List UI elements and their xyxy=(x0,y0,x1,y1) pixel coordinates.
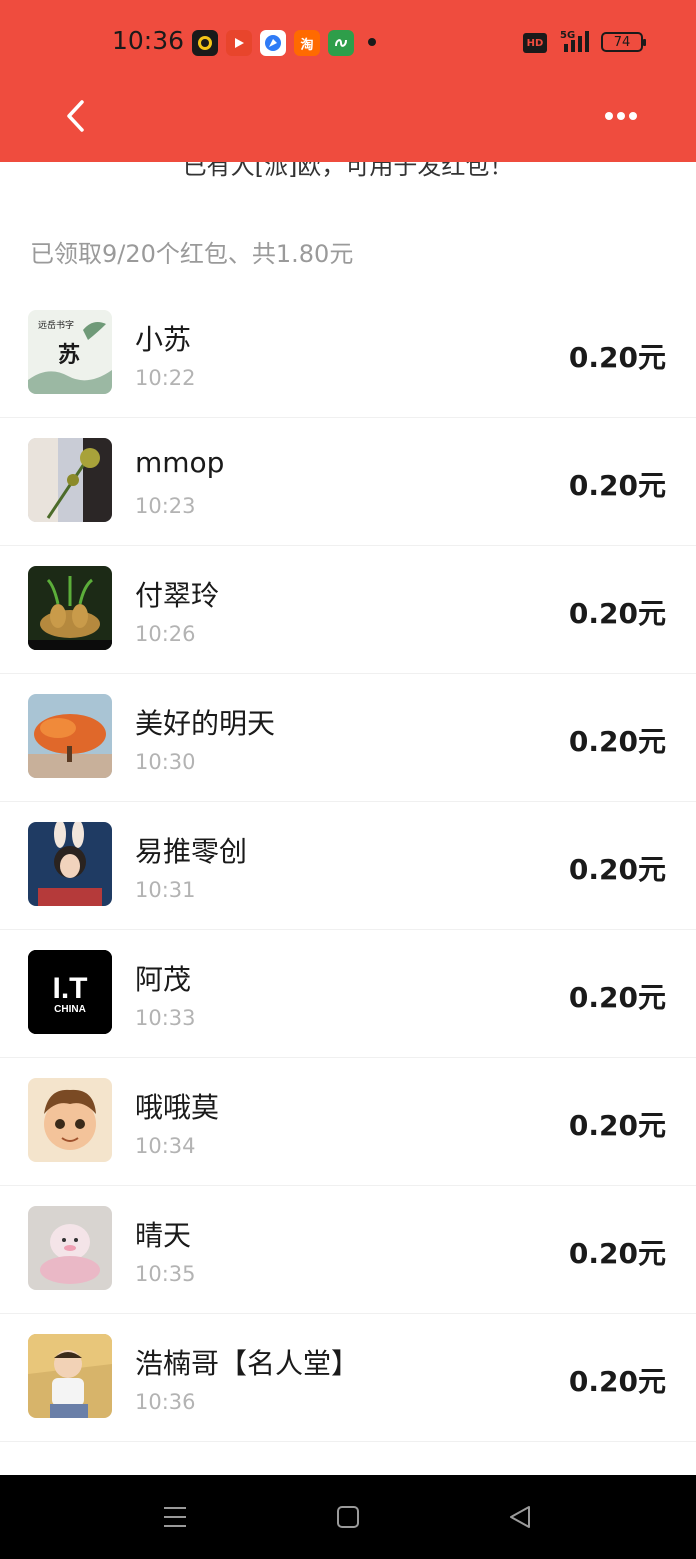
claim-amount: 0.20元 xyxy=(568,725,666,758)
home-button[interactable] xyxy=(328,1497,368,1537)
claim-amount: 0.20元 xyxy=(568,981,666,1014)
avatar xyxy=(28,566,112,650)
claim-amount: 0.20元 xyxy=(568,1109,666,1142)
system-nav-bar xyxy=(0,1475,696,1559)
avatar xyxy=(28,438,112,522)
video-app-icon xyxy=(226,30,252,56)
battery-icon: 74 xyxy=(601,32,646,52)
avatar-logo-text: I.T xyxy=(53,972,88,1005)
more-dots-icon xyxy=(605,112,637,120)
avatar xyxy=(28,694,112,778)
taobao-icon: 淘 xyxy=(294,30,320,56)
claimer-name: 阿茂 xyxy=(135,963,192,996)
back-button[interactable] xyxy=(56,96,96,136)
list-item[interactable]: 美好的明天 10:30 0.20元 xyxy=(0,674,696,802)
claimer-name: 哦哦莫 xyxy=(135,1091,220,1124)
list-item[interactable]: 易推零创 10:31 0.20元 xyxy=(0,802,696,930)
claim-summary: 已领取9/20个红包、共1.80元 xyxy=(30,240,354,268)
claim-time: 10:23 xyxy=(135,494,196,518)
header: 10:36 淘 HD 5G 74 xyxy=(0,0,696,162)
page: 10:36 淘 HD 5G 74 已有人[派]欧，可用于发红包！ 已领取9/20… xyxy=(0,0,696,1559)
recent-apps-button[interactable] xyxy=(155,1497,195,1537)
avatar: I.T CHINA xyxy=(28,950,112,1034)
list-item[interactable]: 晴天 10:35 0.20元 xyxy=(0,1186,696,1314)
claim-time: 10:31 xyxy=(135,878,196,902)
list-item[interactable]: 浩楠哥【名人堂】 10:36 0.20元 xyxy=(0,1314,696,1442)
avatar xyxy=(28,822,112,906)
hd-badge: HD xyxy=(523,33,547,53)
chevron-left-icon xyxy=(67,100,84,132)
claimer-name: 付翠玲 xyxy=(135,579,220,612)
claim-amount: 0.20元 xyxy=(568,597,666,630)
claim-list: 远岳书字 苏 小苏 10:22 0.20元 mmop 10:23 0.20元 付… xyxy=(0,290,696,1442)
svg-text:5G: 5G xyxy=(560,30,575,41)
avatar xyxy=(28,1206,112,1290)
claimer-name: 晴天 xyxy=(135,1219,192,1252)
sms-app-icon xyxy=(328,30,354,56)
svg-text:远岳书字: 远岳书字 xyxy=(38,319,74,331)
more-button[interactable] xyxy=(598,96,644,136)
claim-amount: 0.20元 xyxy=(568,1237,666,1270)
list-item[interactable]: 付翠玲 10:26 0.20元 xyxy=(0,546,696,674)
claim-amount: 0.20元 xyxy=(568,853,666,886)
status-bar: 10:36 淘 HD 5G 74 xyxy=(0,0,696,86)
home-square-icon xyxy=(337,1506,359,1528)
browser-app-icon xyxy=(260,30,286,56)
claimer-name: 小苏 xyxy=(135,323,192,356)
claim-time: 10:35 xyxy=(135,1262,196,1286)
claimer-name: mmop xyxy=(135,446,225,479)
claim-time: 10:26 xyxy=(135,622,196,646)
system-back-button[interactable] xyxy=(500,1497,540,1537)
claim-time: 10:33 xyxy=(135,1006,196,1030)
claimer-name: 易推零创 xyxy=(135,835,248,868)
claim-time: 10:22 xyxy=(135,366,196,390)
avatar: 远岳书字 苏 xyxy=(28,310,112,394)
list-item[interactable]: mmop 10:23 0.20元 xyxy=(0,418,696,546)
claimer-name: 浩楠哥【名人堂】 xyxy=(135,1347,360,1380)
claim-amount: 0.20元 xyxy=(568,341,666,374)
app-icon-1 xyxy=(192,30,218,56)
avatar xyxy=(28,1078,112,1162)
claimer-name: 美好的明天 xyxy=(135,707,276,740)
list-item[interactable]: 哦哦莫 10:34 0.20元 xyxy=(0,1058,696,1186)
back-triangle-icon xyxy=(510,1506,530,1528)
status-time: 10:36 xyxy=(112,26,185,55)
svg-text:苏: 苏 xyxy=(58,342,80,368)
list-item[interactable]: I.T CHINA 阿茂 10:33 0.20元 xyxy=(0,930,696,1058)
claim-time: 10:34 xyxy=(135,1134,196,1158)
avatar xyxy=(28,1334,112,1418)
notification-dot xyxy=(368,38,376,46)
menu-icon xyxy=(164,1507,186,1527)
claim-time: 10:30 xyxy=(135,750,196,774)
list-item[interactable]: 远岳书字 苏 小苏 10:22 0.20元 xyxy=(0,290,696,418)
claim-amount: 0.20元 xyxy=(568,1365,666,1398)
signal-5g-icon: 5G xyxy=(560,28,596,54)
avatar-logo-subtext: CHINA xyxy=(54,1004,86,1015)
claim-amount: 0.20元 xyxy=(568,469,666,502)
claim-time: 10:36 xyxy=(135,1390,196,1414)
